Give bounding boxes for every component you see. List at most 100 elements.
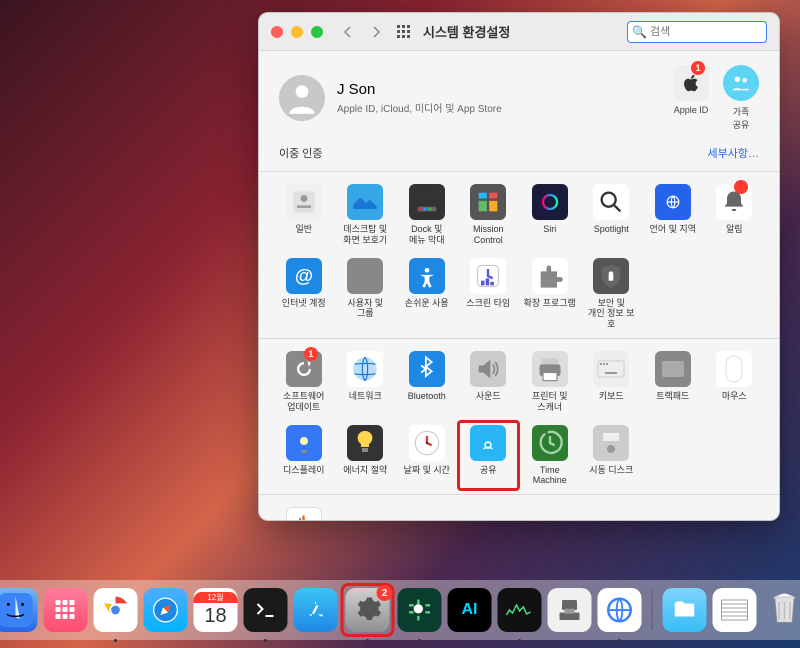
pref-datetime[interactable]: 날짜 및 시간 [398, 423, 456, 489]
running-indicator [518, 639, 521, 642]
pref-users[interactable]: 사용자 및 그룹 [337, 256, 395, 332]
pref-label: Mission Control [473, 224, 504, 246]
energy-icon [347, 425, 383, 461]
running-indicator [264, 639, 267, 642]
pref-trackpad[interactable]: 트랙패드 [644, 349, 702, 415]
network-icon [347, 351, 383, 387]
mission-icon [470, 184, 506, 220]
pref-update[interactable]: 1 소프트웨어 업데이트 [275, 349, 333, 415]
users-icon [347, 258, 383, 294]
pref-label: 보안 및 개인 정보 보호 [585, 298, 639, 330]
close-button[interactable] [271, 26, 283, 38]
pref-label: 알림 [726, 224, 743, 244]
dock-trash[interactable] [763, 588, 800, 632]
account-section: J Son Apple ID, iCloud, 미디어 및 App Store … [259, 51, 779, 141]
mouse-icon [716, 351, 752, 387]
pref-label: 손쉬운 사용 [405, 298, 449, 318]
family-sharing-button[interactable]: 가족 공유 [723, 65, 759, 131]
window-title: 시스템 환경설정 [423, 22, 510, 41]
update-icon: 1 [286, 351, 322, 387]
maximize-button[interactable] [311, 26, 323, 38]
settings-badge: 2 [377, 585, 393, 601]
pref-label: 프린터 및 스캐너 [532, 391, 568, 413]
internet-icon: @ [286, 258, 322, 294]
pref-printer[interactable]: 프린터 및 스캐너 [521, 349, 579, 415]
update-label: 이중 인증 [279, 145, 323, 161]
grid-view-button[interactable] [393, 21, 415, 43]
pref-screentime[interactable]: 스크린 타임 [460, 256, 518, 332]
pref-security[interactable]: 보안 및 개인 정보 보호 [583, 256, 641, 332]
pref-grid-3: Java [259, 495, 779, 521]
pref-general[interactable]: 일반 [275, 182, 333, 248]
pref-lang[interactable]: 언어 및 지역 [644, 182, 702, 248]
account-name: J Son [337, 81, 502, 98]
siri-icon [532, 184, 568, 220]
pref-badge: 1 [304, 347, 318, 361]
pref-network[interactable]: 네트워크 [337, 349, 395, 415]
dock-finder[interactable] [0, 588, 38, 632]
minimize-button[interactable] [291, 26, 303, 38]
pref-spotlight[interactable]: Spotlight [583, 182, 641, 248]
pref-grid-2: 1 소프트웨어 업데이트 네트워크Bluetooth사운드프린터 및 스캐너 키보드트… [259, 339, 779, 495]
dock-downloads[interactable] [663, 588, 707, 632]
dock-system-preferences[interactable]: 2 [346, 588, 390, 632]
search-wrap: 🔍 [627, 21, 767, 43]
dock-launchpad[interactable] [44, 588, 88, 632]
tm-icon [532, 425, 568, 461]
dock-app-4[interactable] [548, 588, 592, 632]
pref-label: 마우스 [722, 391, 747, 411]
dock-app-6[interactable] [713, 588, 757, 632]
family-label: 가족 공유 [733, 105, 750, 131]
pref-dock[interactable]: Dock 및 메뉴 막대 [398, 182, 456, 248]
pref-energy[interactable]: 에너지 절약 [337, 423, 395, 489]
dock-safari[interactable] [144, 588, 188, 632]
pref-sound[interactable]: 사운드 [460, 349, 518, 415]
pref-sharing[interactable]: 공유 [457, 420, 521, 492]
dock-separator [652, 590, 653, 630]
pref-internet[interactable]: @ 인터넷 계정 [275, 256, 333, 332]
pref-display[interactable]: 디스플레이 [275, 423, 333, 489]
pref-notif[interactable]: 알림 [706, 182, 764, 248]
apple-id-label: Apple ID [674, 105, 709, 115]
dock-appstore[interactable] [294, 588, 338, 632]
forward-button[interactable] [365, 21, 387, 43]
pref-label: 인터넷 계정 [282, 298, 326, 318]
running-indicator [418, 639, 421, 642]
pref-mouse[interactable]: 마우스 [706, 349, 764, 415]
pref-tm[interactable]: Time Machine [521, 423, 579, 489]
pref-java[interactable]: Java [275, 505, 333, 521]
pref-ext[interactable]: 확장 프로그램 [521, 256, 579, 332]
pref-desktop[interactable]: 데스크탑 및 화면 보호기 [337, 182, 395, 248]
traffic-lights [271, 26, 323, 38]
datetime-icon [409, 425, 445, 461]
dock-chrome[interactable] [94, 588, 138, 632]
dock-calendar[interactable]: 12월 18 [194, 588, 238, 632]
details-link[interactable]: 세부사항… [708, 145, 759, 161]
back-button[interactable] [337, 21, 359, 43]
pref-startup[interactable]: 시동 디스크 [583, 423, 641, 489]
dock-app-5[interactable] [598, 588, 642, 632]
pref-keyboard[interactable]: 키보드 [583, 349, 641, 415]
dock: 12월 18 2 AI [0, 580, 800, 640]
dock-app-3[interactable] [498, 588, 542, 632]
pref-bt[interactable]: Bluetooth [398, 349, 456, 415]
pref-label: 사용자 및 그룹 [347, 298, 383, 320]
calendar-month: 12월 [194, 592, 238, 603]
pref-label: Dock 및 메뉴 막대 [409, 224, 445, 246]
dock-app-2[interactable]: AI [448, 588, 492, 632]
dock-terminal[interactable] [244, 588, 288, 632]
avatar[interactable] [279, 75, 325, 121]
pref-siri[interactable]: Siri [521, 182, 579, 248]
apple-id-button[interactable]: Apple ID 1 [673, 65, 709, 131]
java-icon [286, 507, 322, 521]
dock-app-1[interactable] [398, 588, 442, 632]
search-input[interactable] [627, 21, 767, 43]
printer-icon [532, 351, 568, 387]
pref-label: 소프트웨어 업데이트 [283, 391, 324, 413]
pref-access[interactable]: 손쉬운 사용 [398, 256, 456, 332]
pref-label: 트랙패드 [656, 391, 689, 411]
apple-id-badge: 1 [691, 61, 705, 75]
pref-mission[interactable]: Mission Control [460, 182, 518, 248]
search-icon: 🔍 [632, 25, 647, 39]
running-indicator [366, 639, 369, 642]
